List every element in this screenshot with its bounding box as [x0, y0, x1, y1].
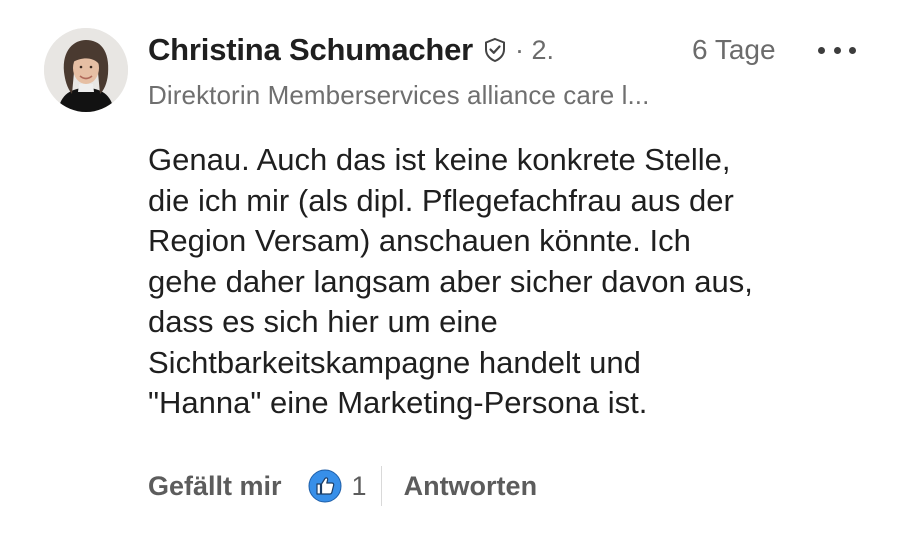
comment-line: gehe daher langsam aber sicher davon aus… [148, 263, 753, 299]
timestamp: 6 Tage [692, 34, 776, 65]
avatar[interactable] [44, 28, 128, 112]
comment-body: Genau. Auch das ist keine konkrete Stell… [148, 140, 868, 424]
avatar-photo [44, 28, 128, 112]
comment-line: dass es sich hier um eine [148, 304, 498, 339]
author-headline: Direktorin Memberservices alliance care … [148, 80, 650, 110]
reply-button[interactable]: Antworten [404, 471, 537, 502]
connection-degree: · 2. [515, 34, 555, 65]
comment-line: "Hanna" eine Marketing-Persona ist. [148, 385, 648, 420]
comment-actions: Gefällt mir 1 Antworten [148, 466, 537, 506]
thumbs-up-icon[interactable] [308, 469, 342, 503]
shield-check-icon [483, 37, 507, 63]
comment-line: die ich mir (als dipl. Pflegefachfrau au… [148, 182, 734, 218]
more-horizontal-icon[interactable] [818, 40, 856, 60]
like-button[interactable]: Gefällt mir [148, 471, 282, 502]
comment-line: Sichtbarkeitskampagne handelt und [148, 344, 641, 380]
author-name[interactable]: Christina Schumacher [148, 32, 473, 68]
comment-line: Region Versam) anschauen könnte. Ich [148, 223, 691, 258]
comment-line: Genau. Auch das ist keine konkrete Stell… [148, 142, 731, 177]
comment-header: Christina Schumacher · 2. 6 Tage Direkto… [148, 30, 860, 111]
like-count[interactable]: 1 [352, 471, 367, 502]
action-divider [380, 466, 382, 506]
